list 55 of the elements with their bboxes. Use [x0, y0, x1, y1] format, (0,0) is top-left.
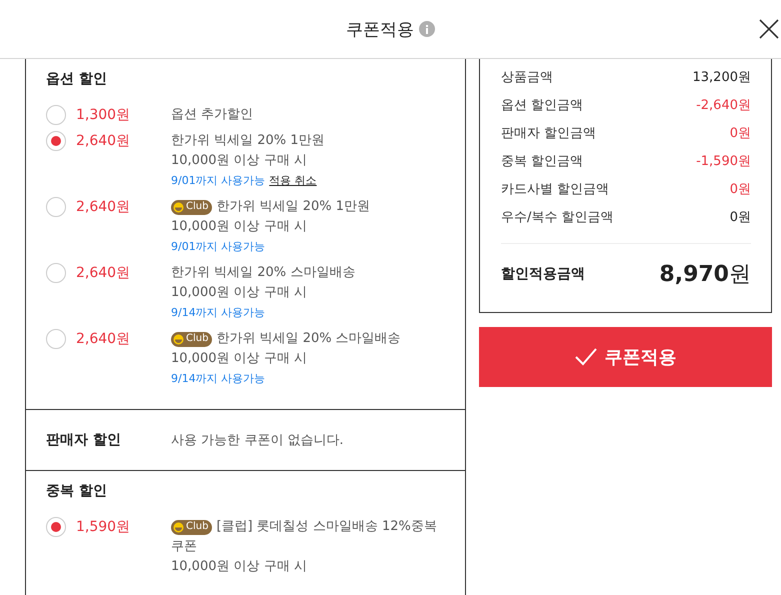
total-value: 8,970원: [659, 261, 751, 289]
coupon-condition: 10,000원 이상 구매 시: [171, 350, 308, 368]
close-button[interactable]: [757, 17, 781, 41]
radio-button[interactable]: [46, 105, 66, 125]
section-title: 옵션 할인: [46, 70, 108, 89]
coupon-expiry: 9/14까지 사용가능: [171, 371, 266, 387]
coupon-expiry: 9/01까지 사용가능: [171, 239, 266, 255]
radio-button[interactable]: [46, 263, 66, 283]
section-title: 판매자 할인: [46, 431, 122, 449]
summary-label: 옵션 할인금액: [501, 97, 584, 114]
radio-button[interactable]: [46, 197, 66, 217]
summary-label: 우수/복수 할인금액: [501, 209, 614, 226]
section-title: 중복 할인: [46, 482, 108, 501]
summary-value: 0원: [730, 125, 751, 142]
info-icon[interactable]: [419, 21, 435, 37]
coupon-amount: 2,640원: [76, 198, 132, 217]
dialog-title: 쿠폰적용: [346, 18, 414, 40]
coupon-title: 한가위 빅세일 20% 1만원: [171, 132, 325, 150]
coupon-amount: 1,300원: [76, 106, 132, 125]
coupon-amount: 2,640원: [76, 330, 132, 349]
coupon-amount: 1,590원: [76, 518, 132, 537]
badge-text: Club: [186, 200, 208, 214]
radio-button[interactable]: [46, 131, 66, 151]
cancel-link[interactable]: 적용 취소: [269, 171, 317, 191]
summary-value: -2,640원: [696, 97, 751, 114]
summary-label: 상품금액: [501, 69, 553, 86]
summary-label: 카드사별 할인금액: [501, 181, 610, 198]
badge-text: Club: [186, 520, 208, 534]
badge-text: Club: [186, 332, 208, 346]
coupon-amount: 2,640원: [76, 132, 132, 151]
radio-button[interactable]: [46, 517, 66, 537]
apply-coupon-button[interactable]: 쿠폰적용: [479, 327, 772, 387]
coupon-title: 쿠폰: [171, 538, 198, 556]
coupon-title: 한가위 빅세일 20% 스마일배송: [216, 330, 401, 348]
coupon-title: 한가위 빅세일 20% 1만원: [216, 198, 370, 216]
coupon-condition: 10,000원 이상 구매 시: [171, 152, 308, 170]
coupon-condition: 10,000원 이상 구매 시: [171, 218, 308, 236]
summary-value: 0원: [730, 181, 751, 198]
radio-button[interactable]: [46, 329, 66, 349]
summary-value: 0원: [730, 209, 751, 226]
coupon-title: 옵션 추가할인: [171, 106, 254, 124]
coupon-expiry: 9/14까지 사용가능: [171, 305, 266, 321]
total-label: 할인적용금액: [501, 265, 585, 283]
summary-label: 판매자 할인금액: [501, 125, 596, 142]
coupon-condition: 10,000원 이상 구매 시: [171, 284, 308, 302]
coupon-expiry: 9/01까지 사용가능: [171, 173, 266, 189]
coupon-amount: 2,640원: [76, 264, 132, 283]
checkmark-icon: [574, 348, 596, 366]
summary-label: 중복 할인금액: [501, 153, 584, 170]
summary-value: -1,590원: [696, 153, 751, 170]
summary-value: 13,200원: [692, 69, 751, 86]
coupon-title: 한가위 빅세일 20% 스마일배송: [171, 264, 356, 282]
coupon-title: [클럽] 롯데칠성 스마일배송 12%중복: [216, 518, 437, 536]
empty-message: 사용 가능한 쿠폰이 없습니다.: [171, 432, 344, 449]
coupon-condition: 10,000원 이상 구매 시: [171, 558, 308, 576]
